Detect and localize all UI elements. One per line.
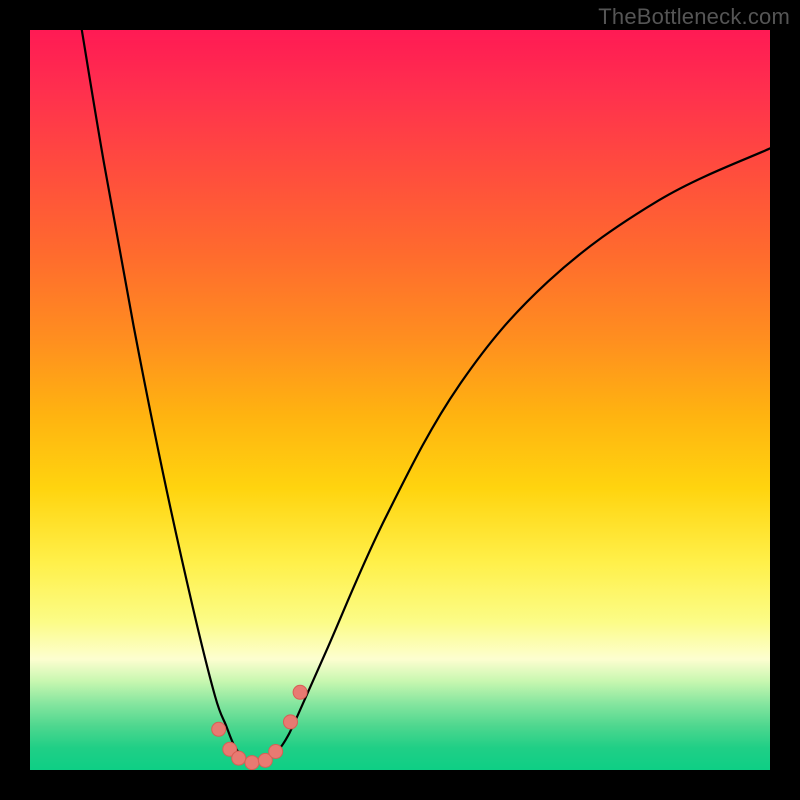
minimum-marker <box>269 745 283 759</box>
chart-frame: TheBottleneck.com <box>0 0 800 800</box>
minimum-marker <box>283 715 297 729</box>
left-branch-curve <box>82 30 249 761</box>
right-branch-curve <box>267 148 770 761</box>
watermark-label: TheBottleneck.com <box>598 4 790 30</box>
minimum-marker <box>293 685 307 699</box>
plot-area <box>30 30 770 770</box>
minimum-marker <box>245 756 259 770</box>
minimum-marker <box>232 751 246 765</box>
minimum-marker <box>212 722 226 736</box>
curve-layer <box>30 30 770 770</box>
